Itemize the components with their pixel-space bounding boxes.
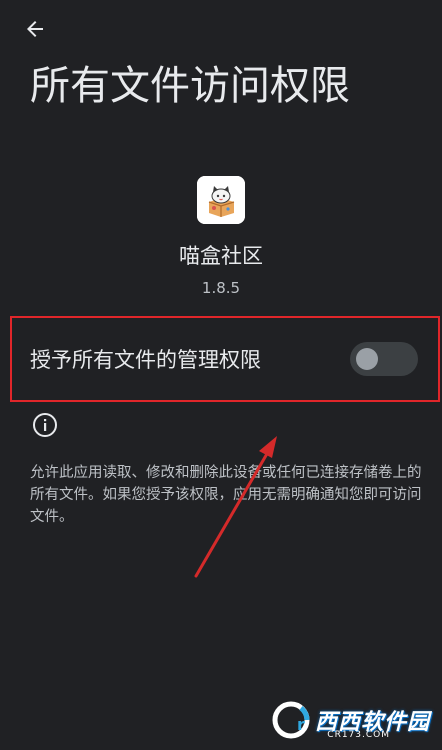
permission-label: 授予所有文件的管理权限 [30,348,261,372]
page-title: 所有文件访问权限 [30,63,350,109]
cat-box-app-icon [197,176,245,224]
toggle-thumb [356,348,378,370]
back-button[interactable] [18,12,52,46]
all-files-permission-row[interactable]: 授予所有文件的管理权限 [10,316,440,402]
permission-description: 允许此应用读取、修改和删除此设备或任何已连接存储卷上的所有文件。如果您授予该权限… [30,465,422,525]
all-files-permission-toggle[interactable] [350,342,418,376]
svg-text:r: r [297,715,305,734]
arrow-left-icon [27,21,43,37]
watermark-logo: r 西西软件园 CR173.COM [240,698,430,742]
app-name: 喵盒社区 [179,244,263,268]
settings-page: 所有文件访问权限 喵盒社区 1.8.5 授予所有文件的管理权限 允许此应用读取、… [0,0,442,750]
cr-logo-icon: r [272,701,310,739]
watermark-site: CR173.COM [327,730,390,740]
info-icon [33,413,57,437]
app-version: 1.8.5 [201,279,241,297]
app-icon [197,176,245,224]
